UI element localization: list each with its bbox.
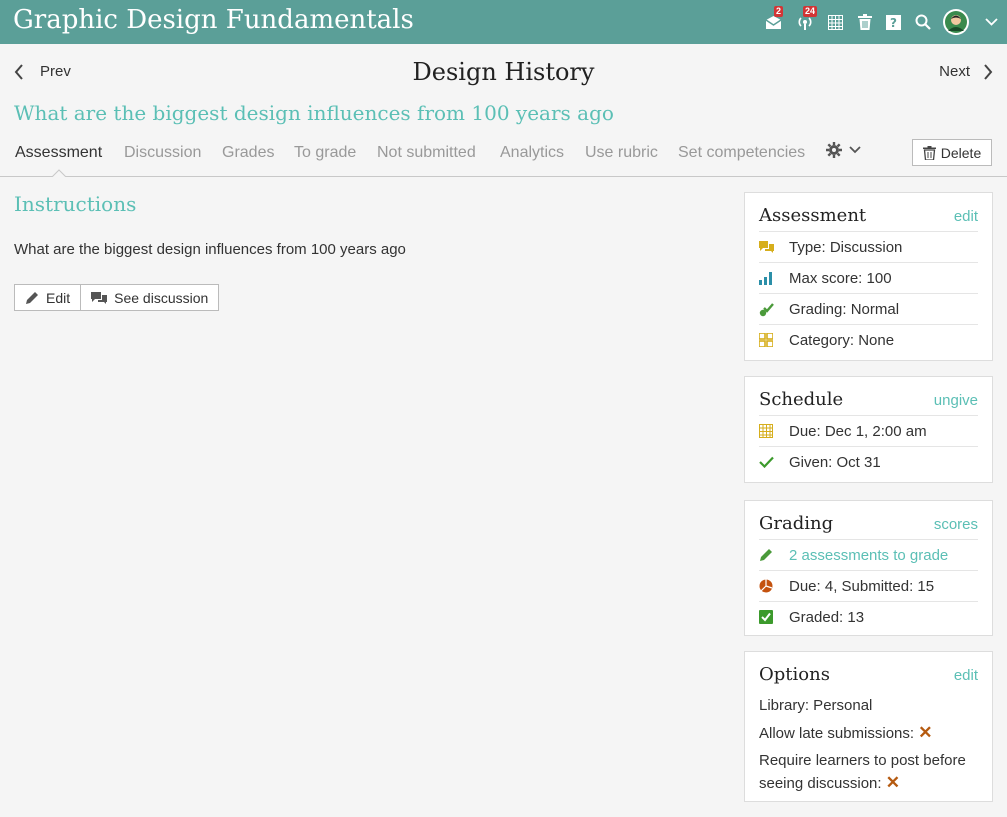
require-post-label-line1: Require learners to post before xyxy=(759,752,966,769)
calendar-icon xyxy=(759,424,789,438)
chevron-down-icon[interactable] xyxy=(975,0,1007,44)
checkmark-icon xyxy=(759,456,789,468)
type-text: Type: Discussion xyxy=(789,238,903,256)
x-icon: ✕ xyxy=(918,723,933,742)
graded-check-icon xyxy=(759,610,789,624)
gear-icon xyxy=(826,142,842,158)
tab-grades[interactable]: Grades xyxy=(222,144,274,162)
due-text: Due: Dec 1, 2:00 am xyxy=(789,422,927,440)
chevron-down-icon xyxy=(849,146,861,154)
late-submissions-option: Allow late submissions: ✕ xyxy=(759,722,978,745)
tab-assessment[interactable]: Assessment xyxy=(15,144,102,162)
trash-icon[interactable] xyxy=(850,0,879,44)
schedule-panel-title: Schedule xyxy=(759,389,844,410)
due-submitted-text: Due: 4, Submitted: 15 xyxy=(789,577,935,595)
edit-label: Edit xyxy=(46,289,71,306)
type-row: Type: Discussion xyxy=(759,231,978,262)
search-icon[interactable] xyxy=(908,0,937,44)
grading-row: Grading: Normal xyxy=(759,293,978,324)
pencil-icon xyxy=(759,548,789,562)
given-row: Given: Oct 31 xyxy=(759,446,978,477)
speech-bubbles-icon xyxy=(759,240,789,254)
due-row: Due: Dec 1, 2:00 am xyxy=(759,415,978,446)
max-score-row: Max score: 100 xyxy=(759,262,978,293)
top-icons: 2 24 ? xyxy=(759,0,1007,44)
assessment-panel-title: Assessment xyxy=(759,205,867,226)
delete-label: Delete xyxy=(940,144,982,161)
options-panel-title: Options xyxy=(759,664,830,685)
app-title[interactable]: Graphic Design Fundamentals xyxy=(13,5,414,35)
to-grade-row[interactable]: 2 assessments to grade xyxy=(759,539,978,570)
grading-panel-title: Grading xyxy=(759,513,834,534)
schedule-panel: Schedule ungive Due: Dec 1, 2:00 am Give… xyxy=(744,376,993,483)
pencil-icon xyxy=(26,291,38,304)
tab-analytics[interactable]: Analytics xyxy=(500,144,564,162)
tab-use-rubric[interactable]: Use rubric xyxy=(585,144,658,162)
top-bar: Graphic Design Fundamentals 2 24 ? xyxy=(0,0,1007,44)
require-post-option: Require learners to post before seeing d… xyxy=(759,750,978,795)
svg-text:?: ? xyxy=(890,16,897,30)
see-discussion-label: See discussion xyxy=(114,289,209,306)
notifications-badge: 24 xyxy=(803,6,818,17)
calendar-icon[interactable] xyxy=(821,0,850,44)
help-icon[interactable]: ? xyxy=(879,0,908,44)
require-post-label-line2: seeing discussion: xyxy=(759,775,882,792)
instructions-actions: Edit See discussion xyxy=(14,284,220,311)
trash-icon xyxy=(922,145,936,160)
options-edit-link[interactable]: edit xyxy=(954,667,978,684)
assessment-panel: Assessment edit Type: Discussion Max sco… xyxy=(744,192,993,361)
scores-link[interactable]: scores xyxy=(934,516,978,533)
bar-chart-icon xyxy=(759,271,789,285)
to-grade-text[interactable]: 2 assessments to grade xyxy=(789,547,948,564)
tab-not-submitted[interactable]: Not submitted xyxy=(377,144,476,162)
given-text: Given: Oct 31 xyxy=(789,453,881,471)
messages-badge: 2 xyxy=(774,6,784,17)
grading-check-icon xyxy=(759,302,789,317)
grading-panel: Grading scores 2 assessments to grade Du… xyxy=(744,500,993,636)
speech-bubbles-icon xyxy=(91,291,108,304)
tab-discussion[interactable]: Discussion xyxy=(124,144,201,162)
options-panel: Options edit Library: Personal Allow lat… xyxy=(744,651,993,802)
graded-row: Graded: 13 xyxy=(759,601,978,632)
settings-menu[interactable] xyxy=(826,142,861,158)
messages-icon[interactable]: 2 xyxy=(759,0,788,44)
graded-text: Graded: 13 xyxy=(789,608,865,626)
assessment-title[interactable]: What are the biggest design influences f… xyxy=(14,101,614,125)
see-discussion-button[interactable]: See discussion xyxy=(80,285,218,310)
active-tab-caret xyxy=(52,169,66,177)
category-text: Category: None xyxy=(789,331,895,349)
page-title: Design History xyxy=(412,58,595,86)
x-icon: ✕ xyxy=(885,773,900,792)
edit-button[interactable]: Edit xyxy=(15,285,80,310)
next-label: Next xyxy=(939,63,970,80)
tab-to-grade[interactable]: To grade xyxy=(294,144,356,162)
category-row: Category: None xyxy=(759,324,978,355)
assessment-edit-link[interactable]: edit xyxy=(954,208,978,225)
max-score-text: Max score: 100 xyxy=(789,269,892,287)
tab-set-competencies[interactable]: Set competencies xyxy=(678,144,805,162)
grading-text: Grading: Normal xyxy=(789,300,900,318)
notifications-icon[interactable]: 24 xyxy=(788,0,821,44)
ungive-link[interactable]: ungive xyxy=(934,392,978,409)
next-link[interactable]: Next xyxy=(939,63,993,80)
late-submissions-label: Allow late submissions: xyxy=(759,725,915,742)
chevron-right-icon xyxy=(984,63,993,80)
instructions-title: Instructions xyxy=(14,192,137,216)
due-submitted-row: Due: 4, Submitted: 15 xyxy=(759,570,978,601)
instructions-text: What are the biggest design influences f… xyxy=(14,241,406,258)
tab-bar: Assessment Discussion Grades To grade No… xyxy=(0,136,1007,177)
library-option: Library: Personal xyxy=(759,697,873,714)
avatar[interactable] xyxy=(943,9,969,35)
pie-chart-icon xyxy=(759,579,789,593)
category-grid-icon xyxy=(759,333,789,347)
delete-button[interactable]: Delete xyxy=(912,139,992,166)
